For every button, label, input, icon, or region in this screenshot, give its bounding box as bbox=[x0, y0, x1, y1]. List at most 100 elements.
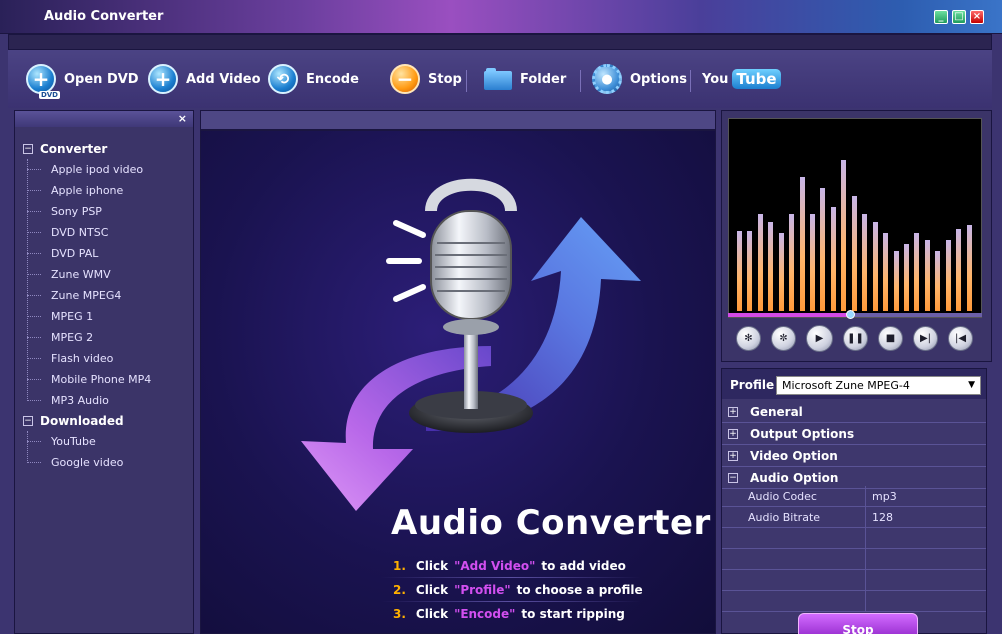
spectrum-bar bbox=[747, 231, 753, 311]
next-button[interactable]: ▶| bbox=[913, 326, 938, 351]
previous-button[interactable]: |◀ bbox=[948, 326, 973, 351]
section-video-option[interactable]: + Video Option bbox=[722, 445, 986, 467]
toolbar-divider bbox=[580, 70, 581, 92]
seek-handle[interactable] bbox=[846, 310, 855, 319]
property-key: Audio Codec bbox=[748, 490, 817, 503]
divider bbox=[381, 577, 641, 578]
stop-icon: ■ bbox=[885, 333, 896, 344]
effect-button[interactable]: ✼ bbox=[771, 326, 796, 351]
tree-item[interactable]: Google video bbox=[23, 452, 151, 473]
menu-bar bbox=[8, 34, 992, 50]
add-video-button[interactable]: + Add Video bbox=[148, 64, 261, 94]
tree-item[interactable]: Apple ipod video bbox=[23, 159, 151, 180]
property-row-empty bbox=[722, 570, 986, 591]
profile-tree-panel: × − Converter Apple ipod video Apple iph… bbox=[14, 110, 194, 634]
tree-group-label: Downloaded bbox=[40, 414, 124, 428]
collapse-icon[interactable]: − bbox=[728, 472, 738, 483]
title-bar: Audio Converter _ □ × bbox=[0, 0, 1002, 34]
snowflake-icon: ✼ bbox=[779, 333, 788, 344]
step-post: to add video bbox=[541, 559, 626, 573]
spectrum-bar bbox=[820, 188, 826, 311]
microphone-icon bbox=[430, 210, 512, 320]
pause-button[interactable]: ❚❚ bbox=[843, 326, 868, 351]
tree-item[interactable]: MP3 Audio bbox=[23, 390, 151, 411]
spectrum-bar bbox=[914, 233, 920, 311]
tree-item[interactable]: MPEG 1 bbox=[23, 306, 151, 327]
step-pre: Click bbox=[415, 607, 449, 621]
instruction-step: 1. Click "Add Video" to add video bbox=[393, 559, 626, 573]
property-row-audio-bitrate[interactable]: Audio Bitrate 128 bbox=[722, 507, 986, 528]
player-controls: ✻ ✼ ▶ ❚❚ ■ ▶| |◀ bbox=[736, 325, 973, 352]
folder-icon bbox=[484, 68, 512, 90]
minimize-button[interactable]: _ bbox=[934, 10, 948, 24]
instruction-step: 2. Click "Profile" to choose a profile bbox=[393, 583, 643, 597]
tree-item[interactable]: Sony PSP bbox=[23, 201, 151, 222]
encode-button[interactable]: ⟲ Encode bbox=[268, 64, 359, 94]
property-row-empty bbox=[722, 549, 986, 570]
plus-icon: + DVD bbox=[26, 64, 60, 99]
close-button[interactable]: × bbox=[970, 10, 984, 24]
tree-item[interactable]: DVD NTSC bbox=[23, 222, 151, 243]
collapse-icon[interactable]: − bbox=[23, 144, 33, 154]
spectrum-bar bbox=[966, 225, 972, 311]
stop-convert-button[interactable]: Stop bbox=[798, 613, 918, 634]
section-output-options[interactable]: + Output Options bbox=[722, 423, 986, 445]
properties-panel: Profile Microsoft Zune MPEG-4 ▼ + Genera… bbox=[721, 368, 987, 634]
property-row-audio-codec[interactable]: Audio Codec mp3 bbox=[722, 486, 986, 507]
open-dvd-label: Open DVD bbox=[64, 71, 139, 87]
spectrum-bar bbox=[893, 251, 899, 311]
step-highlight: "Add Video" bbox=[454, 559, 536, 573]
tree-item[interactable]: MPEG 2 bbox=[23, 327, 151, 348]
skip-forward-icon: ▶| bbox=[919, 333, 932, 344]
tree-item[interactable]: Zune MPEG4 bbox=[23, 285, 151, 306]
tree-group-downloaded[interactable]: − Downloaded bbox=[23, 411, 151, 431]
play-button[interactable]: ▶ bbox=[806, 325, 833, 352]
property-value[interactable]: mp3 bbox=[872, 490, 897, 503]
spectrum-bar bbox=[924, 240, 930, 311]
collapse-icon[interactable]: − bbox=[23, 416, 33, 426]
page-title: Audio Converter bbox=[391, 503, 711, 543]
step-post: to choose a profile bbox=[516, 583, 643, 597]
seek-bar[interactable] bbox=[728, 310, 982, 319]
youtube-button[interactable]: You Tube bbox=[702, 64, 781, 94]
expand-icon[interactable]: + bbox=[728, 406, 738, 417]
section-general[interactable]: + General bbox=[722, 401, 986, 423]
spectrum-bar bbox=[810, 214, 816, 311]
open-dvd-button[interactable]: + DVD Open DVD bbox=[26, 64, 139, 99]
gear-icon: ● bbox=[592, 64, 622, 94]
tree-group-converter[interactable]: − Converter bbox=[23, 139, 151, 159]
tree-item[interactable]: YouTube bbox=[23, 431, 151, 452]
step-number: 1. bbox=[393, 559, 406, 573]
step-number: 2. bbox=[393, 583, 406, 597]
youtube-you-text: You bbox=[702, 71, 729, 87]
skip-back-icon: |◀ bbox=[954, 333, 967, 344]
spectrum-bar bbox=[799, 177, 805, 311]
options-button[interactable]: ● Options bbox=[592, 64, 687, 94]
section-label: General bbox=[750, 404, 803, 419]
close-icon[interactable]: × bbox=[178, 112, 187, 125]
tree-item[interactable]: Flash video bbox=[23, 348, 151, 369]
toolbar-divider bbox=[466, 70, 467, 92]
instruction-step: 3. Click "Encode" to start ripping bbox=[393, 607, 625, 621]
stop-playback-button[interactable]: ■ bbox=[878, 326, 903, 351]
maximize-button[interactable]: □ bbox=[952, 10, 966, 24]
spectrum-bar bbox=[830, 207, 836, 311]
profile-row: Profile Microsoft Zune MPEG-4 ▼ bbox=[722, 369, 986, 399]
snapshot-button[interactable]: ✻ bbox=[736, 326, 761, 351]
tree-item[interactable]: Mobile Phone MP4 bbox=[23, 369, 151, 390]
step-number: 3. bbox=[393, 607, 406, 621]
profile-select[interactable]: Microsoft Zune MPEG-4 ▼ bbox=[776, 376, 981, 395]
expand-icon[interactable]: + bbox=[728, 450, 738, 461]
tree-item[interactable]: Apple iphone bbox=[23, 180, 151, 201]
tree-item[interactable]: Zune WMV bbox=[23, 264, 151, 285]
expand-icon[interactable]: + bbox=[728, 428, 738, 439]
spectrum-bar bbox=[956, 229, 962, 311]
folder-button[interactable]: Folder bbox=[484, 64, 566, 94]
property-key: Audio Bitrate bbox=[748, 511, 821, 524]
tree-children: YouTube Google video bbox=[23, 431, 151, 473]
stop-button[interactable]: − Stop bbox=[390, 64, 462, 94]
tree-item[interactable]: DVD PAL bbox=[23, 243, 151, 264]
step-highlight: "Profile" bbox=[454, 583, 511, 597]
play-icon: ▶ bbox=[815, 333, 824, 344]
property-value[interactable]: 128 bbox=[872, 511, 893, 524]
